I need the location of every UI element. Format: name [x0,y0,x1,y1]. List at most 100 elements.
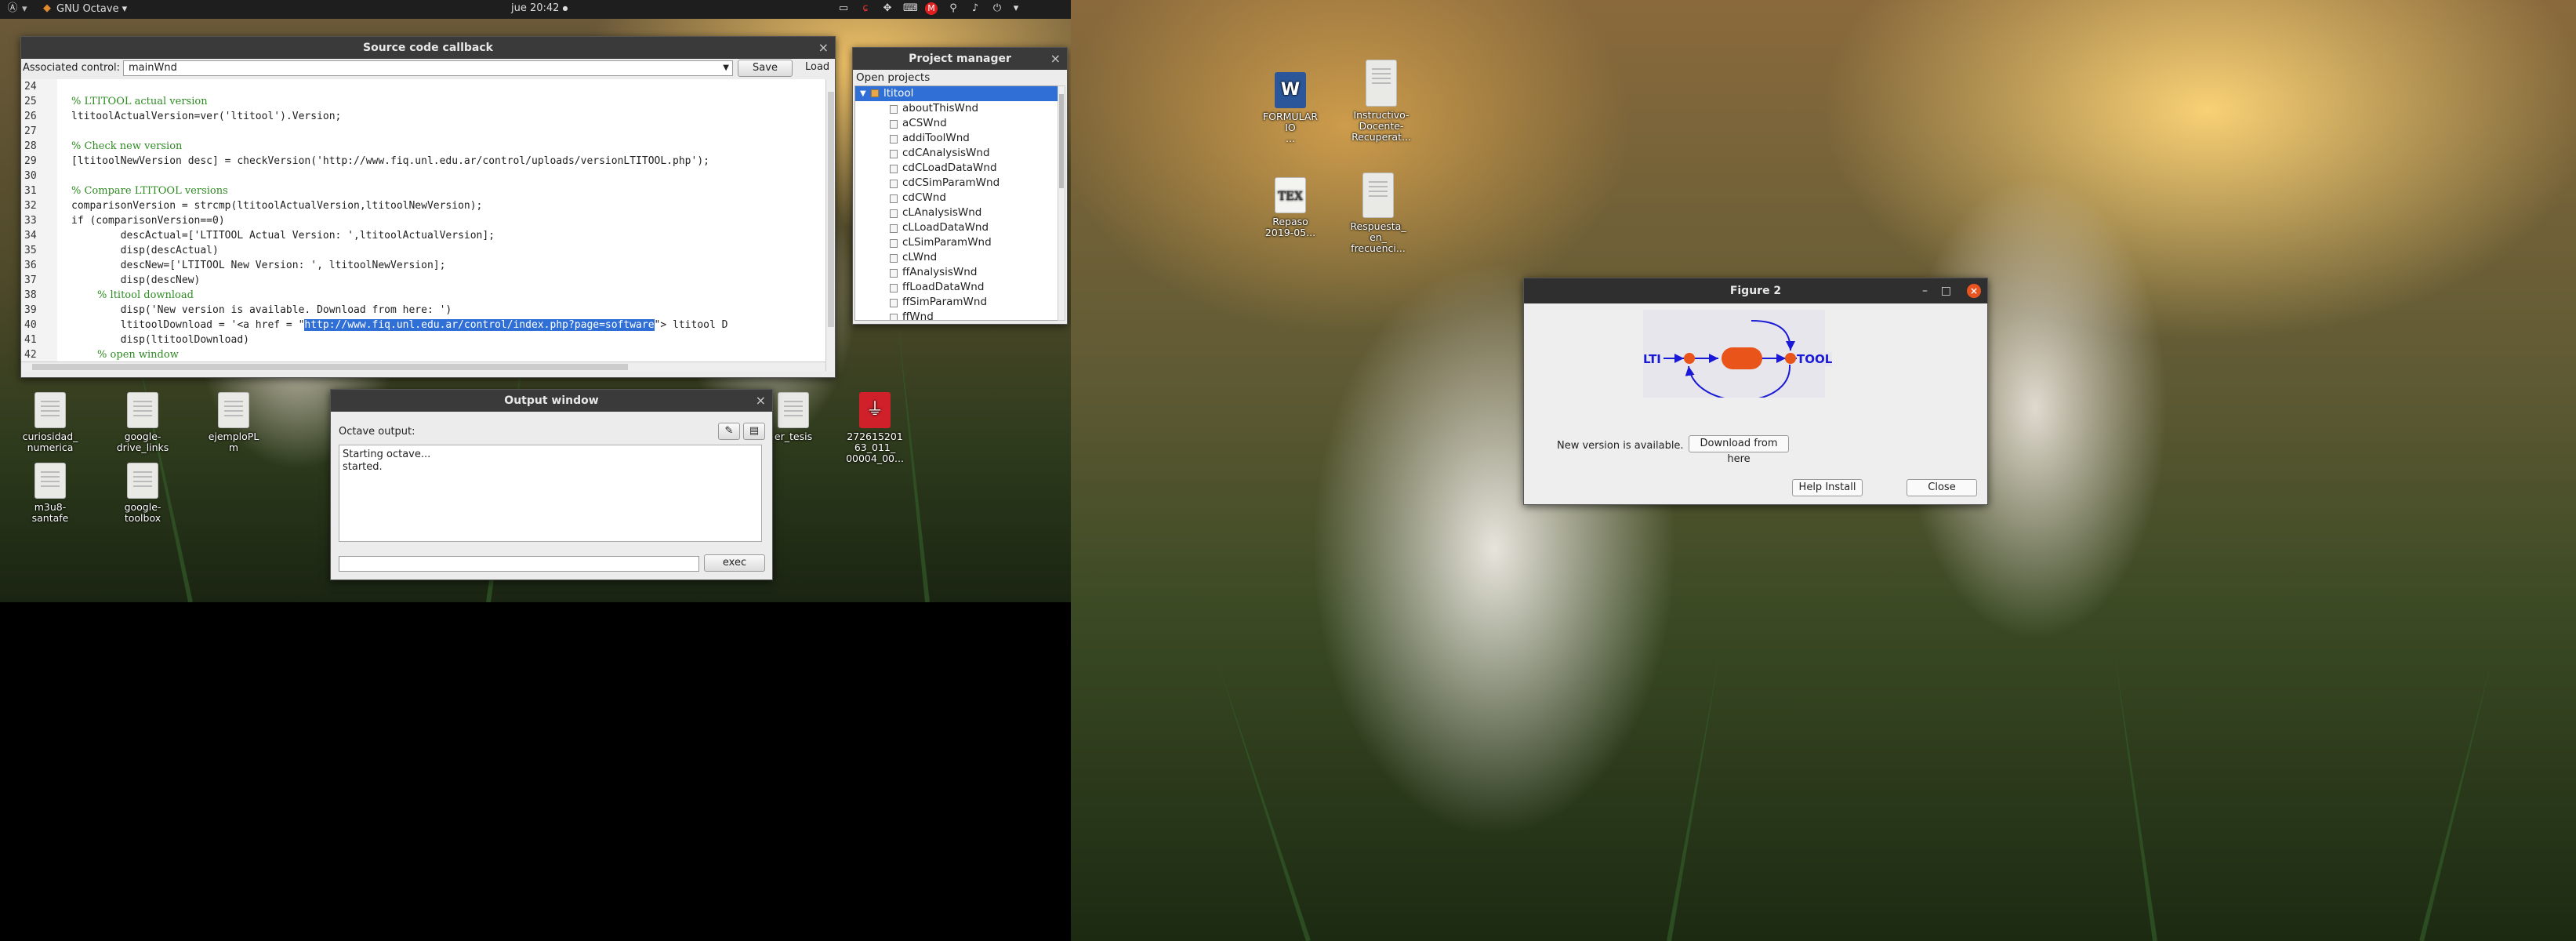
project-item[interactable]: cLWnd [855,250,1058,265]
code-line[interactable]: 40 ltitoolDownload = '<a href = "http://… [21,318,835,332]
project-item[interactable]: ffLoadDataWnd [855,280,1058,295]
code-line[interactable]: 42 % open window [21,347,835,362]
code-line[interactable]: 26 ltitoolActualVersion=ver('ltitool').Ve… [21,109,835,124]
desktop-file-icon[interactable]: ejemploPL m [196,392,271,453]
desktop-file-icon[interactable]: google- toolbox [105,463,180,524]
desktop-file-icon[interactable]: curiosidad_ numerica [13,392,88,453]
code-line[interactable]: 37 disp(descNew) [21,273,835,288]
project-item[interactable]: cLAnalysisWnd [855,205,1058,220]
minimize-icon[interactable]: – [1922,278,1928,303]
window-titlebar[interactable]: Project manager × [853,48,1067,70]
project-item[interactable]: aboutThisWnd [855,101,1058,116]
desktop-file-icon[interactable]: google- drive_links [105,392,180,453]
project-item[interactable]: cLLoadDataWnd [855,220,1058,235]
tree-root-ltitool[interactable]: ▼ ltitool [855,86,1058,101]
desktop-file-label: google- drive_links [116,431,169,453]
project-manager-window: Project manager × Open projects ▼ ltitoo… [852,47,1068,325]
project-item[interactable]: addiToolWnd [855,131,1058,146]
close-icon[interactable]: × [818,37,829,59]
volume-icon[interactable]: ♪ [969,2,981,15]
grass-decoration [1214,656,1311,941]
desktop-file-icon[interactable]: m3u8- santafe [13,463,88,524]
keyboard-icon[interactable]: ⌨ [903,2,918,15]
code-line[interactable]: 36 descNew=['LTITOOL New Version: ', lti… [21,258,835,273]
project-item[interactable]: cdCSimParamWnd [855,176,1058,191]
project-item[interactable]: ffWnd [855,310,1058,320]
help-install-button[interactable]: Help Install [1792,479,1863,496]
code-line[interactable]: 30 [21,169,835,183]
close-icon[interactable]: × [1967,284,1981,298]
desktop-file-icon[interactable]: ⏚ 272615201 63_011_ 00004_00... [837,392,912,464]
code-text: disp('New version is available. Download… [71,304,452,316]
code-line[interactable]: 31 % Compare LTITOOL versions [21,183,835,198]
code-line[interactable]: 35 disp(descActual) [21,243,835,258]
scrollbar-thumb[interactable] [1059,94,1064,188]
project-item[interactable]: ffSimParamWnd [855,295,1058,310]
window-titlebar[interactable]: Source code callback × [21,37,835,59]
project-item[interactable]: aCSWnd [855,116,1058,131]
code-line[interactable]: 34 descActual=['LTITOOL Actual Version: … [21,228,835,243]
associated-control-select[interactable]: mainWnd ▼ [123,60,733,76]
desktop-file-icon[interactable]: TEX Repaso 2019-05... [1253,177,1328,238]
expand-arrow-icon[interactable]: ▼ [860,86,866,101]
document-icon [218,392,249,428]
load-button[interactable]: Load [797,60,833,77]
code-line[interactable]: 28 % Check new version [21,139,835,154]
vertical-scrollbar[interactable] [825,79,835,371]
app-menu-label: GNU Octave [56,2,119,15]
app-menu[interactable]: ◆ GNU Octave ▾ [41,2,127,15]
exec-button[interactable]: exec [704,554,765,572]
desktop-file-icon[interactable]: Respuesta_ en_ frecuenci... [1341,173,1416,254]
window-titlebar[interactable]: Output window × [331,390,772,412]
scrollbar-thumb[interactable] [828,92,834,327]
activities-button[interactable]: Ⓐ ▾ [6,2,27,15]
code-line[interactable]: 25 % LTITOOL actual version [21,94,835,109]
copy-button[interactable]: ▤ [743,423,765,440]
dropbox-icon[interactable]: ✥ [881,2,894,15]
chevron-down-icon[interactable]: ▾ [1013,2,1019,15]
code-text: descActual=['LTITOOL Actual Version: ',l… [71,230,495,242]
close-icon[interactable]: × [1050,48,1061,70]
power-icon[interactable]: ⏻ [991,2,1003,15]
project-item[interactable]: cdCAnalysisWnd [855,146,1058,161]
clock[interactable]: jue 20:42 ● [511,2,568,14]
scrollbar-thumb[interactable] [32,364,628,370]
code-line[interactable]: 39 disp('New version is available. Downl… [21,303,835,318]
desktop-file-icon[interactable]: Instructivo- Docente- Recuperat... [1344,60,1419,143]
code-line[interactable]: 41 disp(ltitoolDownload) [21,332,835,347]
window-titlebar[interactable]: Figure 2 – □ × [1524,278,1987,303]
save-button[interactable]: Save [738,60,793,77]
system-tray: ▭ ɕ ✥ ⌨ M ⚲ ♪ ⏻ ▾ [837,2,1019,15]
clear-button[interactable]: ✎ [718,423,740,440]
code-editor[interactable]: 24 25 % LTITOOL actual version 26 ltitoolAct… [21,79,835,371]
project-tree[interactable]: ▼ ltitool aboutThisWnd aCSWnd addiToolWnd c… [854,85,1058,321]
download-button[interactable]: Download from here [1689,435,1789,465]
code-line[interactable]: 33 if (comparisonVersion==0) [21,213,835,228]
mega-icon[interactable]: M [925,2,938,15]
close-icon[interactable]: × [756,390,766,412]
chevron-down-icon: ▼ [723,64,729,72]
project-item[interactable]: ffAnalysisWnd [855,265,1058,280]
alert-icon[interactable]: ɕ [859,2,872,15]
desktop-file-icon[interactable]: W FORMULAR IO ... [1253,72,1328,144]
code-line[interactable]: 32 comparisonVersion = strcmp(ltitoolActu… [21,198,835,213]
horizontal-scrollbar[interactable] [21,362,825,371]
code-line[interactable]: 29 [ltitoolNewVersion desc] = checkVersio… [21,154,835,169]
code-line[interactable]: 24 [21,79,835,94]
project-item[interactable]: cdCLoadDataWnd [855,161,1058,176]
code-line[interactable]: 38 % ltitool download [21,288,835,303]
screenshot-icon[interactable]: ▭ [837,2,850,15]
project-item[interactable]: cdCWnd [855,191,1058,205]
project-items: aboutThisWnd aCSWnd addiToolWnd cdCAnalysis… [855,101,1058,320]
network-icon[interactable]: ⚲ [947,2,960,15]
project-item[interactable]: cLSimParamWnd [855,235,1058,250]
code-text: % LTITOOL actual version [71,96,208,107]
top-panel: Ⓐ ▾ ◆ GNU Octave ▾ jue 20:42 ● ▭ ɕ ✥ ⌨ M… [0,0,1071,19]
vertical-scrollbar[interactable] [1058,85,1065,321]
close-button[interactable]: Close [1907,479,1977,496]
command-input[interactable] [339,556,699,572]
maximize-icon[interactable]: □ [1941,278,1951,303]
chevron-down-icon: ▾ [22,2,27,15]
dot-icon: ● [562,5,568,12]
code-line[interactable]: 27 [21,124,835,139]
